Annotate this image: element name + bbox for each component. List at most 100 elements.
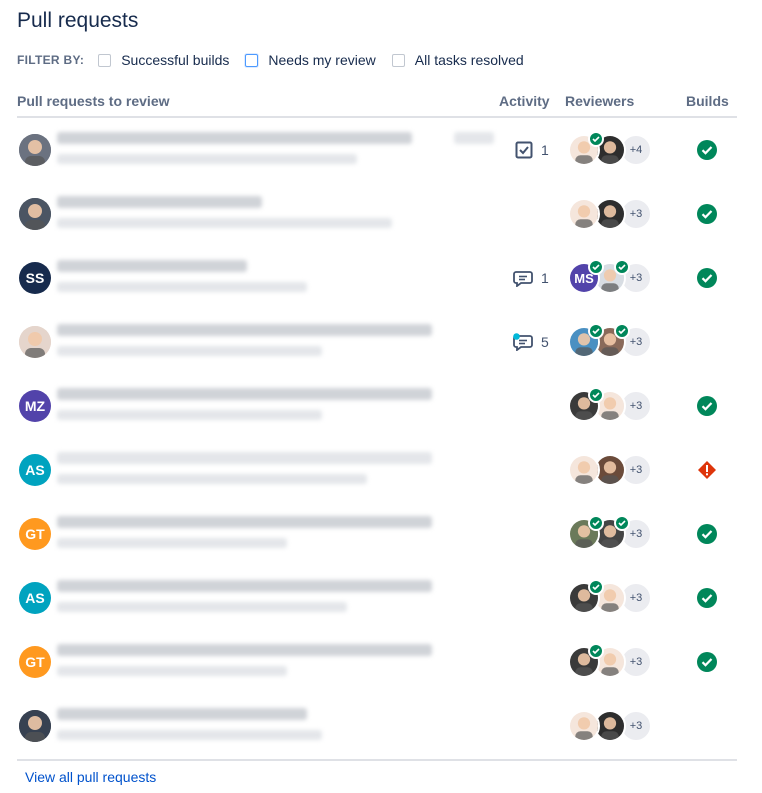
- author-initials: GT: [25, 654, 45, 670]
- author-avatar: MZ: [19, 390, 51, 422]
- activity-count: 5: [541, 334, 549, 350]
- view-all-pull-requests-link[interactable]: View all pull requests: [25, 769, 156, 785]
- comment-unread-icon: [513, 333, 541, 351]
- blurred-text: [57, 218, 392, 228]
- table-row[interactable]: GT +3: [17, 630, 737, 694]
- blurred-text: [57, 708, 307, 720]
- blurred-text: [57, 666, 287, 676]
- reviewers: +3: [568, 710, 668, 742]
- table-row[interactable]: 5 +3: [17, 310, 737, 374]
- blurred-text: [57, 730, 322, 740]
- author-avatar: [19, 198, 51, 230]
- author-initials: MZ: [24, 398, 46, 414]
- reviewers: +3: [568, 198, 668, 230]
- filter-successful-builds[interactable]: Successful builds: [98, 52, 229, 68]
- author-avatar: [19, 326, 51, 358]
- approved-check-icon: [588, 131, 604, 147]
- filter-option-label: Needs my review: [268, 52, 376, 68]
- activity-indicator: 5: [513, 333, 549, 351]
- activity-count: 1: [541, 142, 549, 158]
- column-header-pull-requests: Pull requests to review: [17, 93, 170, 109]
- author-initials: AS: [25, 590, 45, 606]
- blurred-text: [57, 324, 432, 336]
- blurred-text: [57, 644, 432, 656]
- checkbox[interactable]: [98, 53, 112, 67]
- blurred-text: [57, 602, 347, 612]
- build-failed-icon[interactable]: [696, 459, 718, 481]
- filter-bar: FILTER BY: Successful builds Needs my re…: [17, 50, 540, 70]
- author-initials: GT: [25, 526, 45, 542]
- table-footer: View all pull requests: [17, 759, 737, 785]
- approved-check-icon: [588, 259, 604, 275]
- table-header: Pull requests to review Activity Reviewe…: [17, 88, 737, 118]
- filter-option-label: Successful builds: [121, 52, 230, 68]
- build-success-icon[interactable]: [696, 139, 718, 161]
- reviewers: +3: [568, 579, 668, 614]
- author-initials: AS: [25, 462, 45, 478]
- table-row[interactable]: +3: [17, 694, 737, 758]
- approved-check-icon: [614, 515, 630, 531]
- reviewers: +3: [568, 387, 668, 422]
- build-success-icon[interactable]: [696, 267, 718, 289]
- approved-check-icon: [614, 259, 630, 275]
- author-avatar: [19, 134, 51, 166]
- activity-indicator: 1: [513, 269, 549, 287]
- author-avatar: [19, 710, 51, 742]
- blurred-text: [57, 154, 357, 164]
- table-row[interactable]: AS +3: [17, 438, 737, 502]
- author-avatar: AS: [19, 454, 51, 486]
- filter-all-tasks-resolved[interactable]: All tasks resolved: [391, 52, 524, 68]
- build-success-icon[interactable]: [696, 203, 718, 225]
- build-success-icon[interactable]: [696, 587, 718, 609]
- blurred-text: [454, 132, 494, 144]
- reviewers: MS +3: [568, 259, 668, 294]
- reviewers: +3: [568, 643, 668, 678]
- reviewer-avatar[interactable]: [568, 198, 600, 230]
- approved-check-icon: [588, 515, 604, 531]
- comment-icon: [513, 269, 541, 287]
- author-avatar: GT: [19, 646, 51, 678]
- reviewer-avatar[interactable]: [568, 710, 600, 742]
- approved-check-icon: [588, 643, 604, 659]
- author-initials: SS: [25, 270, 45, 286]
- table-row[interactable]: AS +3: [17, 566, 737, 630]
- activity-count: 1: [541, 270, 549, 286]
- column-header-activity: Activity: [499, 93, 550, 109]
- reviewers: +3: [568, 515, 668, 550]
- checkbox[interactable]: [391, 53, 405, 67]
- pull-requests-page: Pull requests FILTER BY: Successful buil…: [0, 0, 762, 793]
- approved-check-icon: [588, 579, 604, 595]
- author-avatar: SS: [19, 262, 51, 294]
- column-header-builds: Builds: [686, 93, 729, 109]
- author-avatar: GT: [19, 518, 51, 550]
- checkbox[interactable]: [245, 53, 259, 67]
- table-row[interactable]: +3: [17, 182, 737, 246]
- filter-needs-my-review[interactable]: Needs my review: [245, 52, 376, 68]
- blurred-text: [57, 346, 322, 356]
- blurred-text: [57, 538, 287, 548]
- reviewers: +4: [568, 131, 668, 166]
- blurred-text: [57, 410, 322, 420]
- blurred-text: [57, 282, 307, 292]
- blurred-text: [57, 196, 262, 208]
- blurred-text: [57, 580, 432, 592]
- reviewers: +3: [568, 454, 668, 486]
- reviewers: +3: [568, 323, 668, 358]
- build-success-icon[interactable]: [696, 395, 718, 417]
- table-row[interactable]: GT +3: [17, 502, 737, 566]
- page-title: Pull requests: [17, 9, 139, 32]
- approved-check-icon: [588, 387, 604, 403]
- blurred-text: [57, 474, 367, 484]
- approved-check-icon: [614, 323, 630, 339]
- approved-check-icon: [588, 323, 604, 339]
- task-icon: [515, 141, 541, 159]
- blurred-text: [57, 388, 432, 400]
- blurred-text: [57, 132, 412, 144]
- table-row[interactable]: MZ +3: [17, 374, 737, 438]
- table-row[interactable]: SS 1 MS +3: [17, 246, 737, 310]
- table-row[interactable]: 1 +4: [17, 118, 737, 182]
- column-header-reviewers: Reviewers: [565, 93, 635, 109]
- build-success-icon[interactable]: [696, 651, 718, 673]
- build-success-icon[interactable]: [696, 523, 718, 545]
- reviewer-avatar[interactable]: [568, 454, 600, 486]
